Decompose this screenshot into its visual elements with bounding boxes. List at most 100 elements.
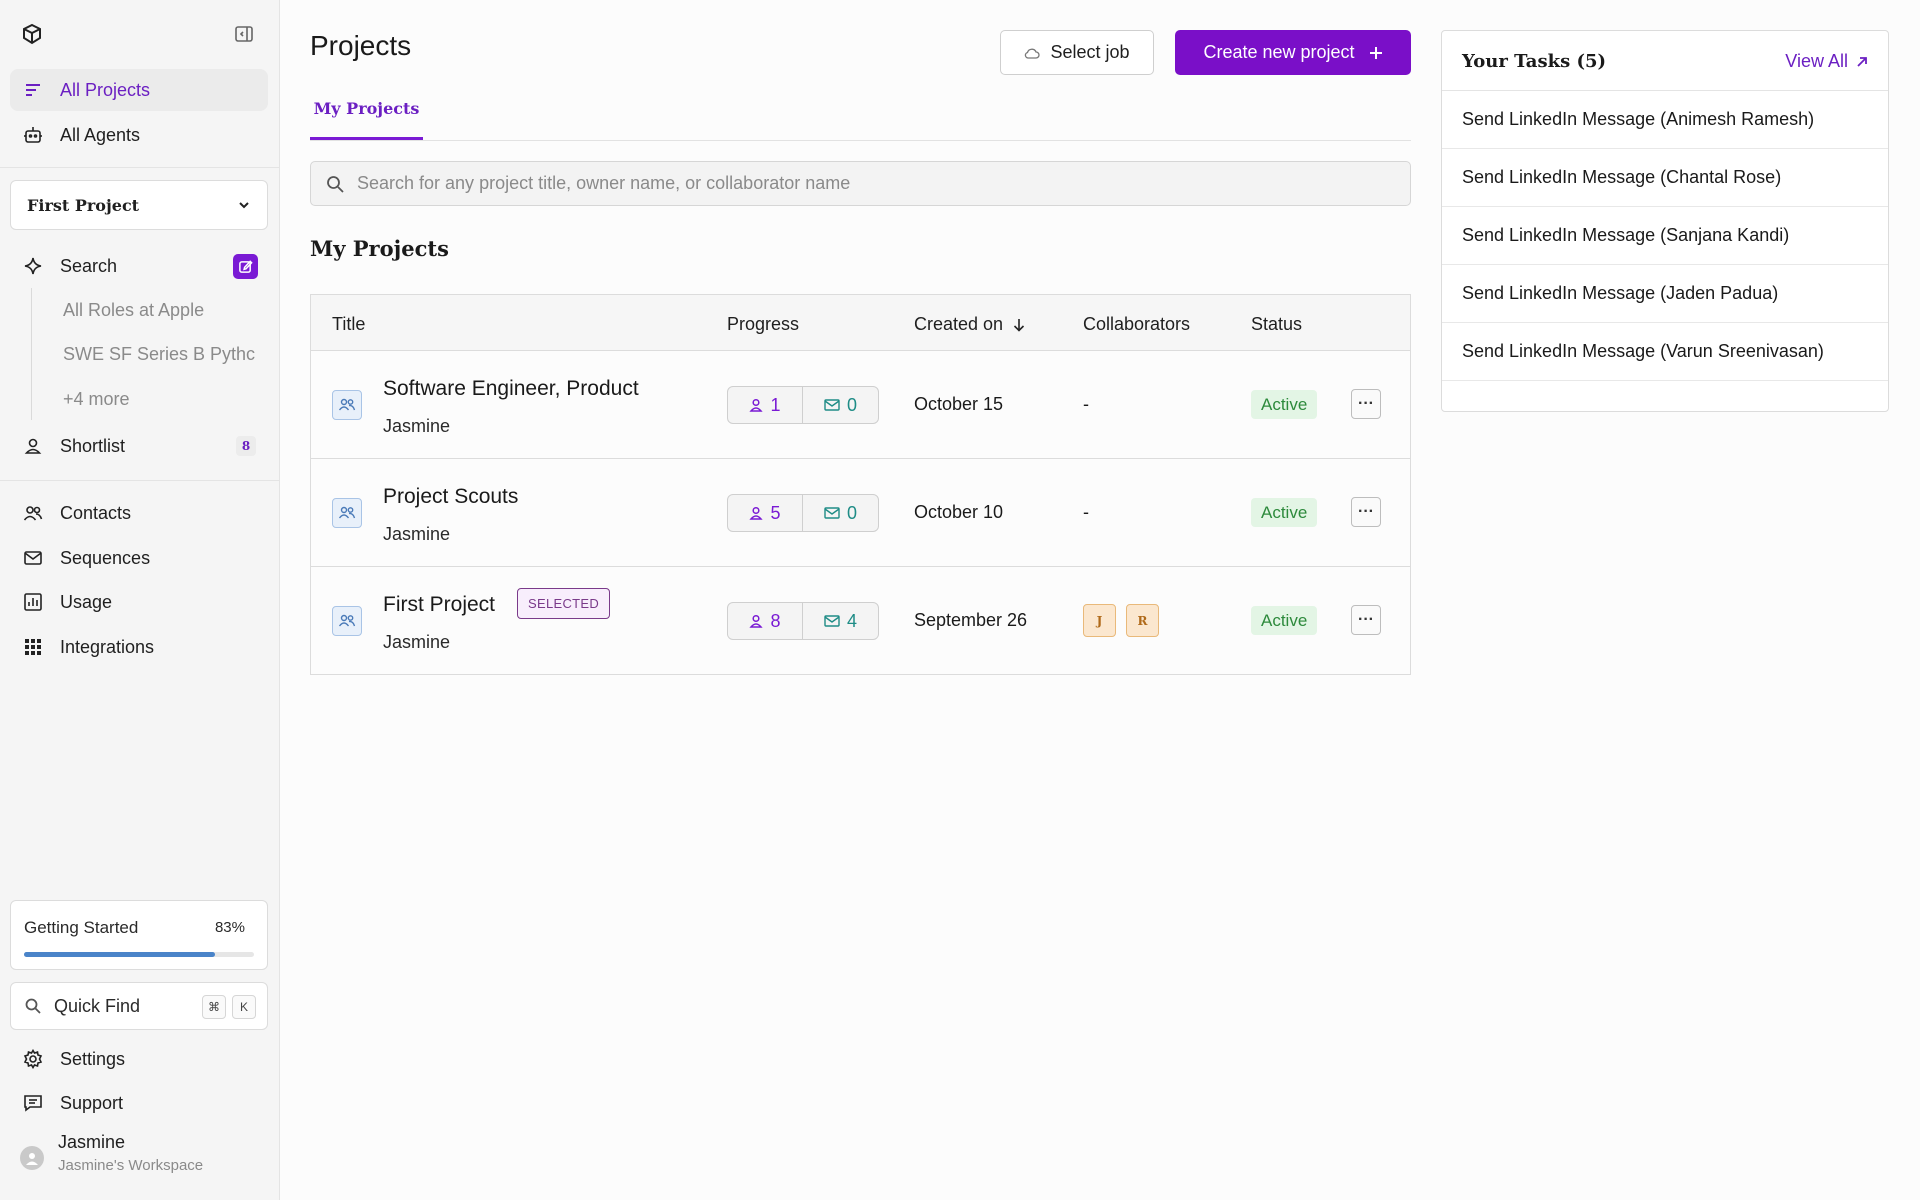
search-input[interactable] [357, 173, 1357, 194]
avatar [20, 1146, 44, 1170]
task-item[interactable]: Send LinkedIn Message (Sanjana Kandi) [1442, 207, 1888, 265]
quick-find-button[interactable]: Quick Find ⌘ K [10, 982, 268, 1030]
email-count-value: 0 [846, 394, 857, 415]
chevron-down-icon [237, 198, 251, 212]
column-title: Title [332, 314, 366, 334]
people-count-value: 8 [770, 610, 781, 631]
more-options-button[interactable]: ··· [1351, 605, 1381, 635]
new-search-button[interactable] [233, 254, 258, 279]
task-item[interactable]: Send LinkedIn Message (Animesh Ramesh) [1442, 91, 1888, 149]
create-project-label: Create new project [1203, 42, 1355, 62]
collaborator-chip[interactable]: J [1083, 604, 1116, 637]
person-icon [749, 614, 764, 628]
edit-icon [238, 259, 253, 274]
people-count[interactable]: 8 [728, 603, 803, 639]
quick-find-label: Quick Find [54, 995, 141, 1016]
nav-settings[interactable]: Settings [10, 1038, 268, 1080]
table-header: Title Progress Created on Collaborators … [311, 295, 1410, 351]
nav-label: Search [60, 255, 118, 276]
divider [0, 167, 280, 168]
user-name: Jasmine [58, 1132, 126, 1152]
tab-divider [310, 140, 1411, 141]
created-date: October 15 [914, 394, 1004, 414]
tab-my-projects[interactable]: My Projects [310, 96, 423, 140]
getting-started-label: Getting Started [24, 918, 139, 937]
tree-line [31, 288, 32, 420]
nav-shortlist[interactable]: Shortlist [10, 425, 268, 467]
projects-table: Title Progress Created on Collaborators … [310, 294, 1411, 675]
nav-label: All Agents [60, 124, 141, 145]
created-date: September 26 [914, 610, 1028, 630]
nav-search[interactable]: Search [10, 245, 268, 287]
search-icon [325, 174, 345, 194]
task-item[interactable]: Send LinkedIn Message (Varun Sreenivasan… [1442, 323, 1888, 381]
nav-integrations[interactable]: Integrations [10, 626, 268, 668]
email-count[interactable]: 4 [803, 603, 878, 639]
project-owner: Jasmine [383, 632, 451, 652]
status-badge: Active [1251, 606, 1318, 635]
select-job-label: Select job [1050, 42, 1130, 62]
progress-counts: 1 0 [727, 386, 879, 424]
people-count[interactable]: 5 [728, 495, 803, 531]
people-count[interactable]: 1 [728, 387, 803, 423]
search-subitem[interactable]: SWE SF Series B Pythc [63, 344, 255, 365]
create-project-button[interactable]: Create new project [1175, 30, 1411, 75]
nav-support[interactable]: Support [10, 1082, 268, 1124]
email-count[interactable]: 0 [803, 495, 878, 531]
progress-track [24, 952, 254, 957]
k-key: K [232, 995, 256, 1019]
table-row[interactable]: First Project SELECTED Jasmine 8 4 Septe… [311, 567, 1410, 675]
mail-icon [22, 547, 44, 569]
workspace-name: Jasmine's Workspace [58, 1157, 204, 1174]
project-title[interactable]: Project Scouts [383, 485, 518, 509]
sidebar: All Projects All Agents First Project Se… [0, 0, 280, 1200]
project-title[interactable]: First Project [383, 593, 495, 617]
section-title: My Projects [310, 236, 449, 261]
search-subitem[interactable]: All Roles at Apple [63, 300, 255, 321]
nav-label: Sequences [60, 547, 151, 568]
project-title[interactable]: Software Engineer, Product [383, 377, 639, 401]
getting-started-card[interactable]: Getting Started 83% [10, 900, 268, 970]
tasks-panel: Your Tasks (5) View All Send LinkedIn Me… [1441, 30, 1889, 412]
more-options-button[interactable]: ··· [1351, 497, 1381, 527]
collapse-sidebar-icon[interactable] [234, 24, 254, 44]
people-icon [332, 606, 362, 636]
nav-contacts[interactable]: Contacts [10, 492, 268, 534]
task-item[interactable]: Send LinkedIn Message (Jaden Padua) [1442, 265, 1888, 323]
mail-icon [824, 507, 840, 519]
user-menu[interactable]: Jasmine Jasmine's Workspace [20, 1132, 203, 1174]
view-all-link[interactable]: View All [1785, 51, 1868, 72]
people-count-value: 1 [770, 394, 781, 415]
project-search[interactable] [310, 161, 1411, 206]
email-count[interactable]: 0 [803, 387, 878, 423]
nav-sequences[interactable]: Sequences [10, 537, 268, 579]
logo-icon[interactable] [20, 22, 44, 46]
list-icon [22, 79, 44, 101]
email-count-value: 0 [846, 502, 857, 523]
nav-label: Settings [60, 1048, 126, 1069]
column-created-on[interactable]: Created on [914, 314, 1025, 335]
divider [0, 480, 280, 481]
progress-fill [24, 952, 215, 957]
people-icon [332, 390, 362, 420]
task-item[interactable]: Send LinkedIn Message (Chantal Rose) [1442, 149, 1888, 207]
search-more-link[interactable]: +4 more [63, 389, 255, 410]
nav-usage[interactable]: Usage [10, 581, 268, 623]
getting-started-percent: 83% [214, 919, 245, 936]
more-options-button[interactable]: ··· [1351, 389, 1381, 419]
table-row[interactable]: Project Scouts Jasmine 5 0 October 10 - … [311, 459, 1410, 567]
table-row[interactable]: Software Engineer, Product Jasmine 1 0 O… [311, 351, 1410, 459]
nav-label: Usage [60, 591, 113, 612]
nav-all-projects[interactable]: All Projects [10, 69, 268, 111]
collaborator-chip[interactable]: R [1126, 604, 1159, 637]
status-badge: Active [1251, 498, 1318, 527]
people-icon [332, 498, 362, 528]
select-job-button[interactable]: Select job [1000, 30, 1154, 75]
robot-icon [22, 124, 44, 146]
grid-icon [22, 636, 44, 658]
nav-all-agents[interactable]: All Agents [10, 114, 268, 156]
progress-counts: 8 4 [727, 602, 879, 640]
project-select[interactable]: First Project [10, 180, 268, 230]
column-status: Status [1251, 314, 1303, 334]
nav-label: Integrations [60, 636, 155, 657]
